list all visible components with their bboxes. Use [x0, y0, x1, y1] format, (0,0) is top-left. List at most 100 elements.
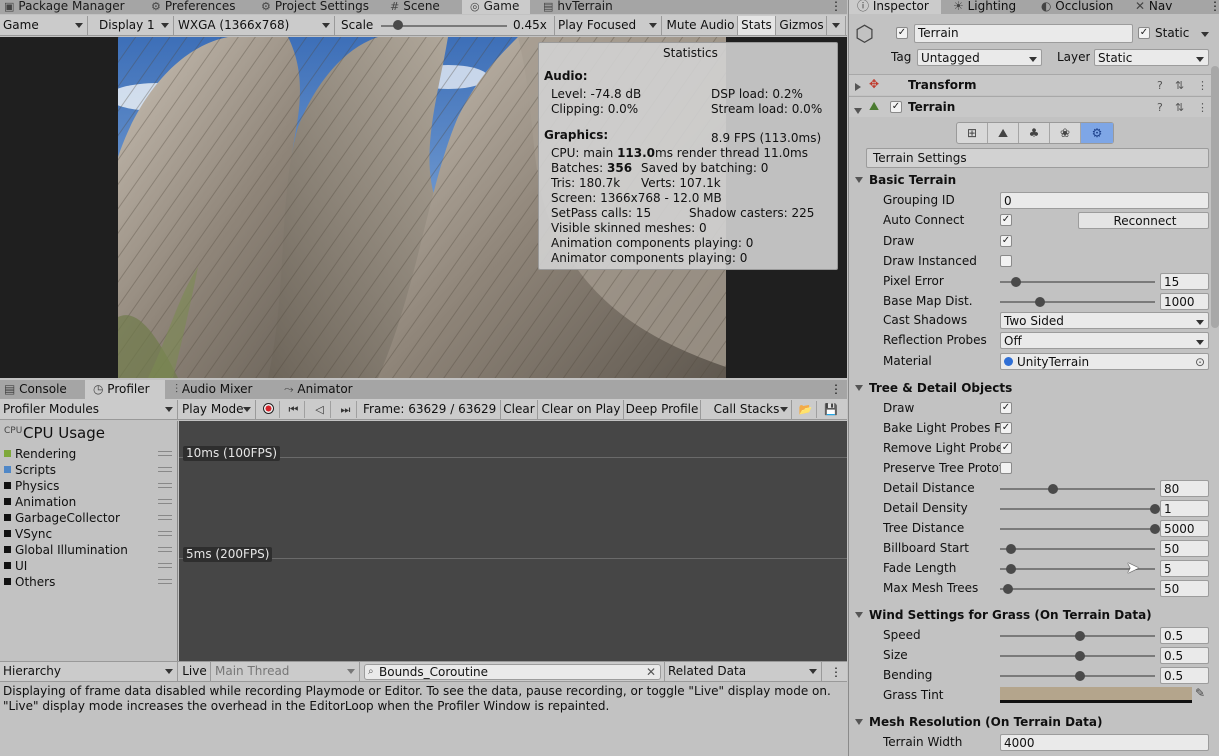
base-map-slider[interactable]	[1000, 301, 1155, 303]
detail-density-knob[interactable]	[1150, 504, 1160, 514]
drag-handle-icon[interactable]	[158, 547, 172, 552]
object-picker-icon[interactable]: ⊙	[1195, 354, 1205, 369]
pixel-error-slider[interactable]	[1000, 281, 1155, 283]
help-icon[interactable]: ?	[1157, 101, 1163, 114]
cpu-module-physics[interactable]: Physics	[4, 478, 174, 494]
max-mesh-trees-input[interactable]: 50	[1160, 580, 1209, 597]
clear-on-play-toggle[interactable]: Clear on Play	[539, 400, 624, 419]
live-toggle[interactable]: Live	[179, 662, 211, 681]
detail-distance-input[interactable]: 80	[1160, 480, 1209, 497]
tab-project-settings[interactable]: ⚙ Project Settings	[261, 0, 369, 14]
terrain-component-header[interactable]: ⛰ ✓ Terrain ? ⇅ ⋮	[849, 96, 1219, 117]
tree-draw-checkbox[interactable]: ✓	[1000, 402, 1012, 414]
drag-handle-icon[interactable]	[158, 467, 172, 472]
tree-detail-header[interactable]: Tree & Detail Objects	[855, 379, 1012, 398]
max-mesh-trees-knob[interactable]	[1003, 584, 1013, 594]
prev-frame-icon[interactable]: ◁	[309, 401, 331, 418]
drag-handle-icon[interactable]	[158, 531, 172, 536]
drag-handle-icon[interactable]	[158, 563, 172, 568]
draw-instanced-checkbox[interactable]	[1000, 255, 1012, 267]
preserve-tree-checkbox[interactable]	[1000, 462, 1012, 474]
pixel-error-input[interactable]: 15	[1160, 273, 1209, 290]
grouping-id-input[interactable]: 0	[1000, 192, 1209, 209]
terrain-settings-icon[interactable]: ⚙	[1081, 123, 1113, 143]
cpu-usage-graph[interactable]: 10ms (100FPS) 5ms (200FPS)	[179, 421, 847, 661]
tag-dropdown[interactable]: Untagged	[917, 49, 1042, 66]
profiler-modules-dropdown[interactable]: Profiler Modules	[0, 400, 178, 419]
paint-details-icon[interactable]: ❀	[1050, 123, 1081, 143]
mesh-resolution-header[interactable]: Mesh Resolution (On Terrain Data)	[855, 713, 1102, 732]
play-mode-target-dropdown[interactable]: Play Mode	[179, 400, 256, 419]
hierarchy-view-dropdown[interactable]: Hierarchy	[0, 662, 178, 681]
fade-length-input[interactable]: 5	[1160, 560, 1209, 577]
deep-profile-toggle[interactable]: Deep Profile	[624, 400, 701, 419]
transform-component-header[interactable]: ✥ Transform ? ⇅ ⋮	[849, 74, 1219, 95]
remove-light-probe-checkbox[interactable]: ✓	[1000, 442, 1012, 454]
max-mesh-trees-slider[interactable]	[1000, 588, 1155, 590]
tab-hvterrain[interactable]: ▤ hvTerrain	[543, 0, 613, 14]
more-options-icon[interactable]: ⋮	[830, 0, 842, 14]
bake-light-probes-checkbox[interactable]: ✓	[1000, 422, 1012, 434]
wind-speed-input[interactable]: 0.5	[1160, 627, 1209, 644]
wind-settings-header[interactable]: Wind Settings for Grass (On Terrain Data…	[855, 606, 1152, 625]
play-mode-dropdown[interactable]: Play Focused	[554, 16, 662, 35]
cast-shadows-dropdown[interactable]: Two Sided	[1000, 312, 1209, 329]
more-options-icon[interactable]: ⋮	[830, 380, 842, 399]
tree-distance-input[interactable]: 5000	[1160, 520, 1209, 537]
resolution-dropdown[interactable]: WXGA (1366x768)	[175, 16, 335, 35]
gizmos-toggle[interactable]: Gizmos	[777, 16, 827, 35]
create-neighbor-icon[interactable]: ⊞	[957, 123, 988, 143]
pixel-error-knob[interactable]	[1010, 277, 1021, 287]
tab-preferences[interactable]: ⚙ Preferences	[151, 0, 235, 14]
detail-distance-slider[interactable]	[1000, 488, 1155, 490]
terrain-width-input[interactable]: 4000	[1000, 734, 1209, 751]
drag-handle-icon[interactable]	[158, 579, 172, 584]
terrain-enabled-checkbox[interactable]: ✓	[890, 101, 902, 113]
static-checkbox[interactable]: ✓	[1138, 27, 1150, 39]
thread-dropdown[interactable]: Main Thread	[212, 662, 360, 681]
tab-package-manager[interactable]: ▣ Package Manager	[4, 0, 125, 14]
display-dropdown[interactable]: Display 1	[96, 16, 174, 35]
stats-toggle[interactable]: Stats	[738, 16, 776, 35]
base-map-input[interactable]: 1000	[1160, 293, 1209, 310]
clear-search-icon[interactable]: ✕	[646, 665, 656, 679]
scale-slider-knob[interactable]	[392, 20, 403, 30]
drag-handle-icon[interactable]	[158, 451, 172, 456]
tab-audio-mixer[interactable]: ⫶ Audio Mixer	[175, 380, 253, 399]
layer-dropdown[interactable]: Static	[1094, 49, 1209, 66]
last-frame-icon[interactable]: ⏭	[335, 401, 357, 418]
drag-handle-icon[interactable]	[158, 515, 172, 520]
auto-connect-checkbox[interactable]: ✓	[1000, 214, 1012, 226]
game-view[interactable]: Statistics Audio: Level: -74.8 dB Clippi…	[0, 37, 847, 378]
cpu-module-ui[interactable]: UI	[4, 558, 174, 574]
presets-icon[interactable]: ⇅	[1175, 101, 1184, 114]
reconnect-button[interactable]: Reconnect	[1078, 212, 1209, 229]
save-icon[interactable]: 💾	[820, 401, 842, 418]
tab-profiler[interactable]: ◷ Profiler	[85, 380, 165, 399]
tab-game[interactable]: ◎ Game	[462, 0, 530, 14]
tab-inspector[interactable]: ⓘ Inspector	[849, 0, 941, 14]
more-options-icon[interactable]: ⋮	[830, 663, 842, 681]
first-frame-icon[interactable]: ⏮	[283, 401, 305, 418]
game-view-dropdown[interactable]: Game	[0, 16, 88, 35]
cpu-module-scripts[interactable]: Scripts	[4, 462, 174, 478]
inspector-scrollbar[interactable]	[1211, 66, 1219, 328]
tab-navigation[interactable]: ✕ Nav	[1135, 0, 1172, 14]
search-input[interactable]: ⌕ Bounds_Coroutine ✕	[364, 664, 661, 680]
tab-lighting[interactable]: ☀ Lighting	[953, 0, 1016, 14]
call-stacks-dropdown[interactable]: Call Stacks	[702, 400, 792, 419]
cpu-module-garbagecollector[interactable]: GarbageCollector	[4, 510, 174, 526]
component-menu-icon[interactable]: ⋮	[1197, 79, 1208, 92]
help-icon[interactable]: ?	[1157, 79, 1163, 92]
paint-trees-icon[interactable]: ♣	[1019, 123, 1050, 143]
drag-handle-icon[interactable]	[158, 499, 172, 504]
detail-distance-knob[interactable]	[1048, 484, 1058, 494]
cpu-module-vsync[interactable]: VSync	[4, 526, 174, 542]
paint-terrain-icon[interactable]: ⛰	[988, 123, 1019, 143]
component-menu-icon[interactable]: ⋮	[1197, 101, 1208, 114]
load-icon[interactable]: 📂	[795, 401, 817, 418]
draw-checkbox[interactable]: ✓	[1000, 235, 1012, 247]
base-map-knob[interactable]	[1034, 297, 1045, 307]
basic-terrain-header[interactable]: Basic Terrain	[855, 171, 956, 190]
more-options-icon[interactable]: ⋮	[1209, 0, 1219, 14]
